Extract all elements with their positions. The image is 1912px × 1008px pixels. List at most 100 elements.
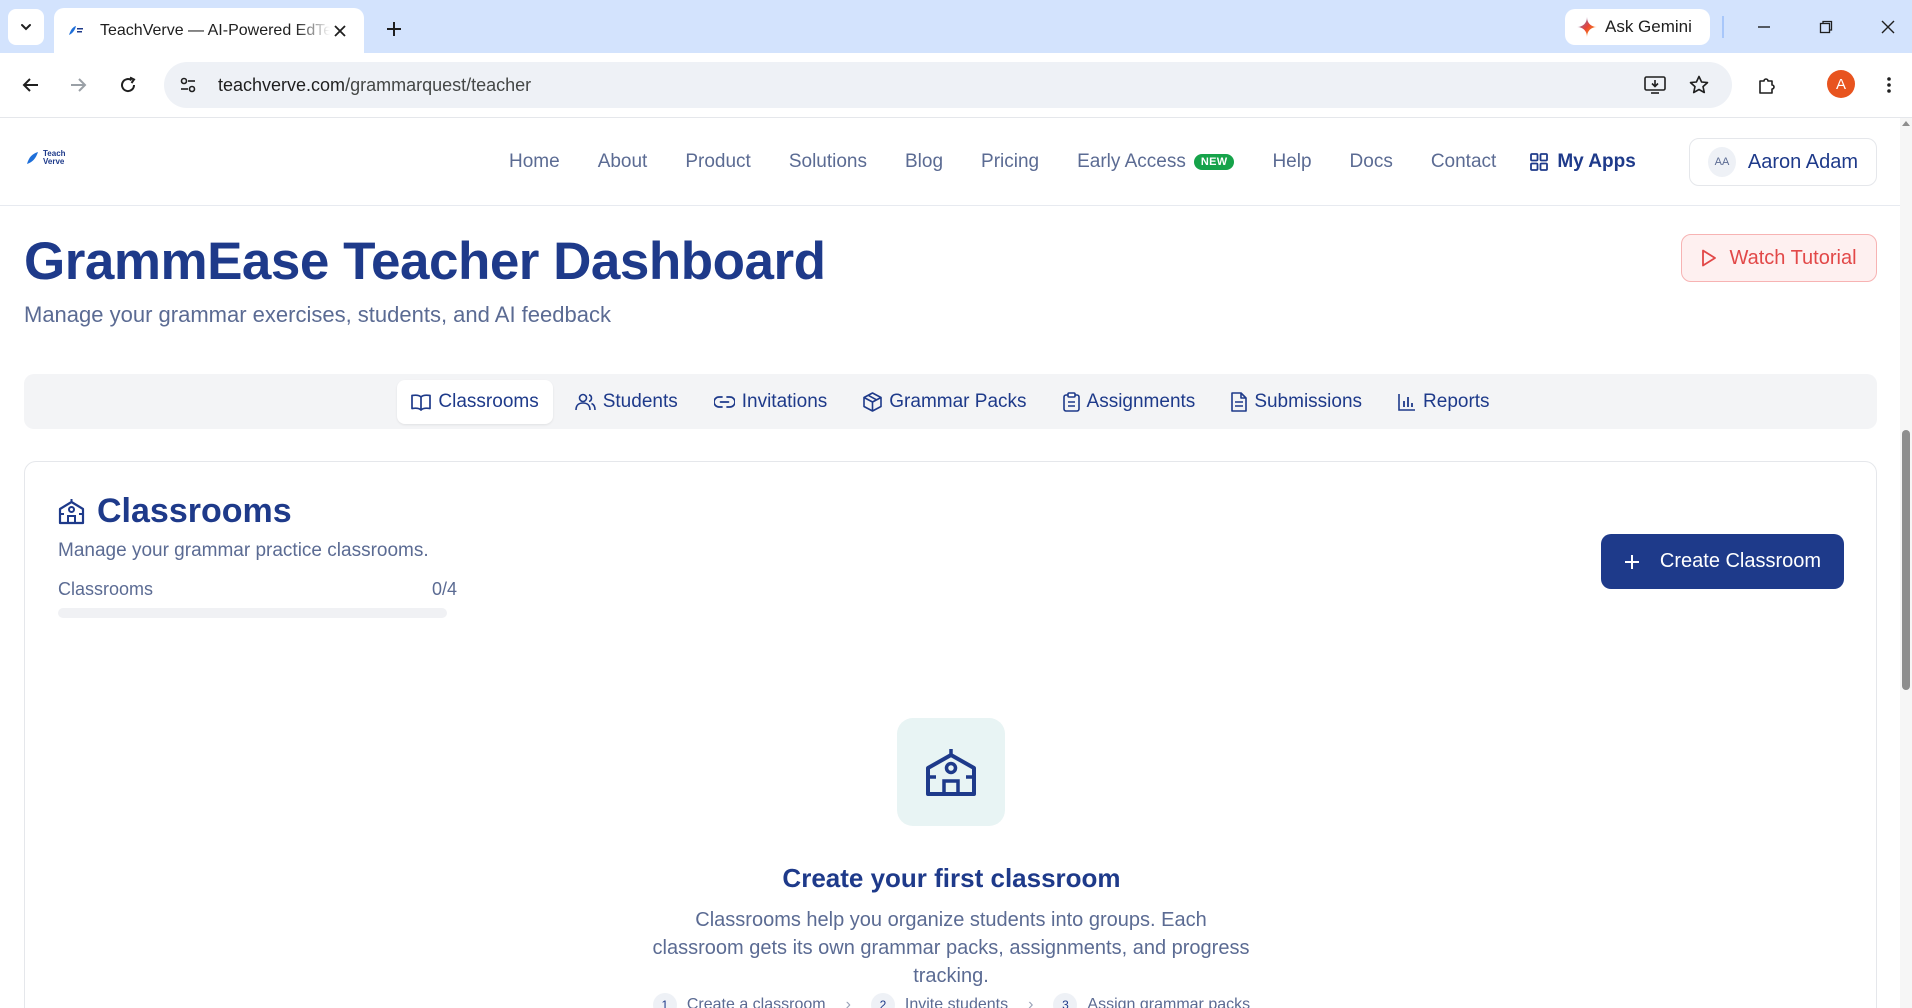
close-window-button[interactable] xyxy=(1866,10,1910,44)
create-classroom-label: Create Classroom xyxy=(1659,550,1822,572)
nav-early-access-label: Early Access xyxy=(1077,151,1186,172)
bookmark-star-icon[interactable] xyxy=(1684,70,1714,100)
tab-label: Classrooms xyxy=(438,390,539,412)
clipboard-icon xyxy=(1062,391,1080,412)
back-button[interactable] xyxy=(14,68,48,102)
plus-icon xyxy=(1624,554,1639,569)
tab-search-button[interactable] xyxy=(8,9,44,45)
step-label: Invite students xyxy=(904,996,1009,1008)
bar-chart-icon xyxy=(1398,393,1416,411)
grid-icon xyxy=(1530,153,1549,171)
tab-grammar-packs[interactable]: Grammar Packs xyxy=(849,380,1040,424)
gemini-sparkle-icon xyxy=(1577,17,1597,37)
dashboard-tabs: Classrooms Students Invitations Grammar … xyxy=(24,374,1877,429)
logo-line-2: Verve xyxy=(43,157,65,166)
step-item: 1 Create a classroom xyxy=(652,993,826,1008)
scrollbar-thumb[interactable] xyxy=(1902,430,1910,690)
reload-button[interactable] xyxy=(111,68,145,102)
package-icon xyxy=(863,391,883,412)
nav-blog[interactable]: Blog xyxy=(905,151,943,173)
logo-text: Teach Verve xyxy=(43,150,66,166)
step-item: 2 Invite students xyxy=(870,993,1009,1008)
chevron-right-icon: › xyxy=(1028,996,1034,1008)
chevron-right-icon: › xyxy=(845,996,851,1008)
tab-label: Reports xyxy=(1423,390,1490,412)
user-name: Aaron Adam xyxy=(1747,150,1858,173)
main-nav: Home About Product Solutions Blog Pricin… xyxy=(509,118,1636,206)
extensions-button[interactable] xyxy=(1750,68,1784,102)
tab-invitations[interactable]: Invitations xyxy=(700,380,842,424)
play-icon xyxy=(1702,249,1717,267)
nav-help[interactable]: Help xyxy=(1272,151,1311,173)
new-tab-button[interactable] xyxy=(378,13,410,45)
scroll-up-arrow-icon[interactable] xyxy=(1902,121,1910,126)
browser-tab-active[interactable]: TeachVerve — AI-Powered EdTech xyxy=(54,8,364,53)
classrooms-heading: Classrooms xyxy=(58,492,292,531)
my-apps-button[interactable]: My Apps xyxy=(1530,151,1636,173)
teachverve-logo[interactable]: Teach Verve xyxy=(26,150,66,166)
watch-tutorial-label: Watch Tutorial xyxy=(1729,246,1857,269)
tab-label: Grammar Packs xyxy=(889,390,1027,412)
puzzle-icon xyxy=(1759,78,1775,94)
tab-label: Assignments xyxy=(1086,390,1196,412)
reload-icon xyxy=(121,76,136,93)
minimize-button[interactable] xyxy=(1742,10,1786,44)
watch-tutorial-button[interactable]: Watch Tutorial xyxy=(1681,234,1877,282)
step-number: 2 xyxy=(870,993,895,1008)
my-apps-label: My Apps xyxy=(1557,151,1636,172)
step-number: 1 xyxy=(652,993,677,1008)
tab-students[interactable]: Students xyxy=(561,380,692,424)
browser-menu-button[interactable] xyxy=(1872,68,1906,102)
install-app-icon[interactable] xyxy=(1640,70,1670,100)
step-number: 3 xyxy=(1053,993,1078,1008)
browser-toolbar: teachverve.com/grammarquest/teacher A xyxy=(0,53,1912,118)
page-title: GrammEase Teacher Dashboard xyxy=(24,232,826,291)
close-icon xyxy=(1881,20,1895,34)
arrow-left-icon xyxy=(22,78,38,92)
quota-value: 0/4 xyxy=(431,579,457,599)
create-classroom-button[interactable]: Create Classroom xyxy=(1601,534,1844,589)
link-icon xyxy=(713,395,735,408)
address-bar[interactable]: teachverve.com/grammarquest/teacher xyxy=(164,62,1732,108)
page-scrollbar[interactable] xyxy=(1900,118,1912,1008)
classrooms-description: Manage your grammar practice classrooms. xyxy=(58,540,429,561)
nav-contact[interactable]: Contact xyxy=(1431,151,1496,173)
tab-assignments[interactable]: Assignments xyxy=(1049,380,1210,424)
site-settings-icon[interactable] xyxy=(168,65,208,105)
new-badge: NEW xyxy=(1193,154,1235,170)
profile-avatar[interactable]: A xyxy=(1827,70,1855,98)
chevron-down-icon xyxy=(21,24,31,31)
nav-early-access[interactable]: Early Access NEW xyxy=(1077,151,1235,173)
step-label: Assign grammar packs xyxy=(1087,996,1251,1008)
url-text: teachverve.com/grammarquest/teacher xyxy=(218,75,531,96)
toolbar-divider xyxy=(1722,16,1724,38)
more-vertical-icon xyxy=(1887,77,1891,93)
user-menu-button[interactable]: AA Aaron Adam xyxy=(1689,138,1877,186)
site-header: Teach Verve Home About Product Solutions … xyxy=(0,118,1900,206)
minimize-icon xyxy=(1758,26,1770,28)
empty-state-text: Classrooms help you organize students in… xyxy=(652,909,1250,987)
classrooms-title: Classrooms xyxy=(97,492,292,530)
ask-gemini-button[interactable]: Ask Gemini xyxy=(1565,9,1710,45)
tab-submissions[interactable]: Submissions xyxy=(1217,380,1376,424)
nav-about[interactable]: About xyxy=(598,151,648,173)
empty-state-title: Create your first classroom xyxy=(782,863,1121,893)
restore-icon xyxy=(1819,20,1833,34)
tab-reports[interactable]: Reports xyxy=(1384,380,1504,424)
tab-label: Invitations xyxy=(741,390,828,412)
file-text-icon xyxy=(1231,391,1248,412)
nav-home[interactable]: Home xyxy=(509,151,560,173)
tab-classrooms[interactable]: Classrooms xyxy=(397,379,553,424)
logo-mark-icon xyxy=(27,152,38,164)
close-tab-icon[interactable] xyxy=(330,21,350,41)
classrooms-panel: Classrooms Manage your grammar practice … xyxy=(24,461,1877,1008)
browser-tabstrip: TeachVerve — AI-Powered EdTech Ask Gemin… xyxy=(0,0,1912,53)
school-icon xyxy=(58,499,85,525)
forward-button[interactable] xyxy=(61,68,95,102)
nav-pricing[interactable]: Pricing xyxy=(981,151,1039,173)
nav-product[interactable]: Product xyxy=(685,151,750,173)
nav-docs[interactable]: Docs xyxy=(1350,151,1393,173)
empty-state-school-icon xyxy=(897,718,1005,826)
restore-button[interactable] xyxy=(1804,10,1848,44)
nav-solutions[interactable]: Solutions xyxy=(789,151,867,173)
